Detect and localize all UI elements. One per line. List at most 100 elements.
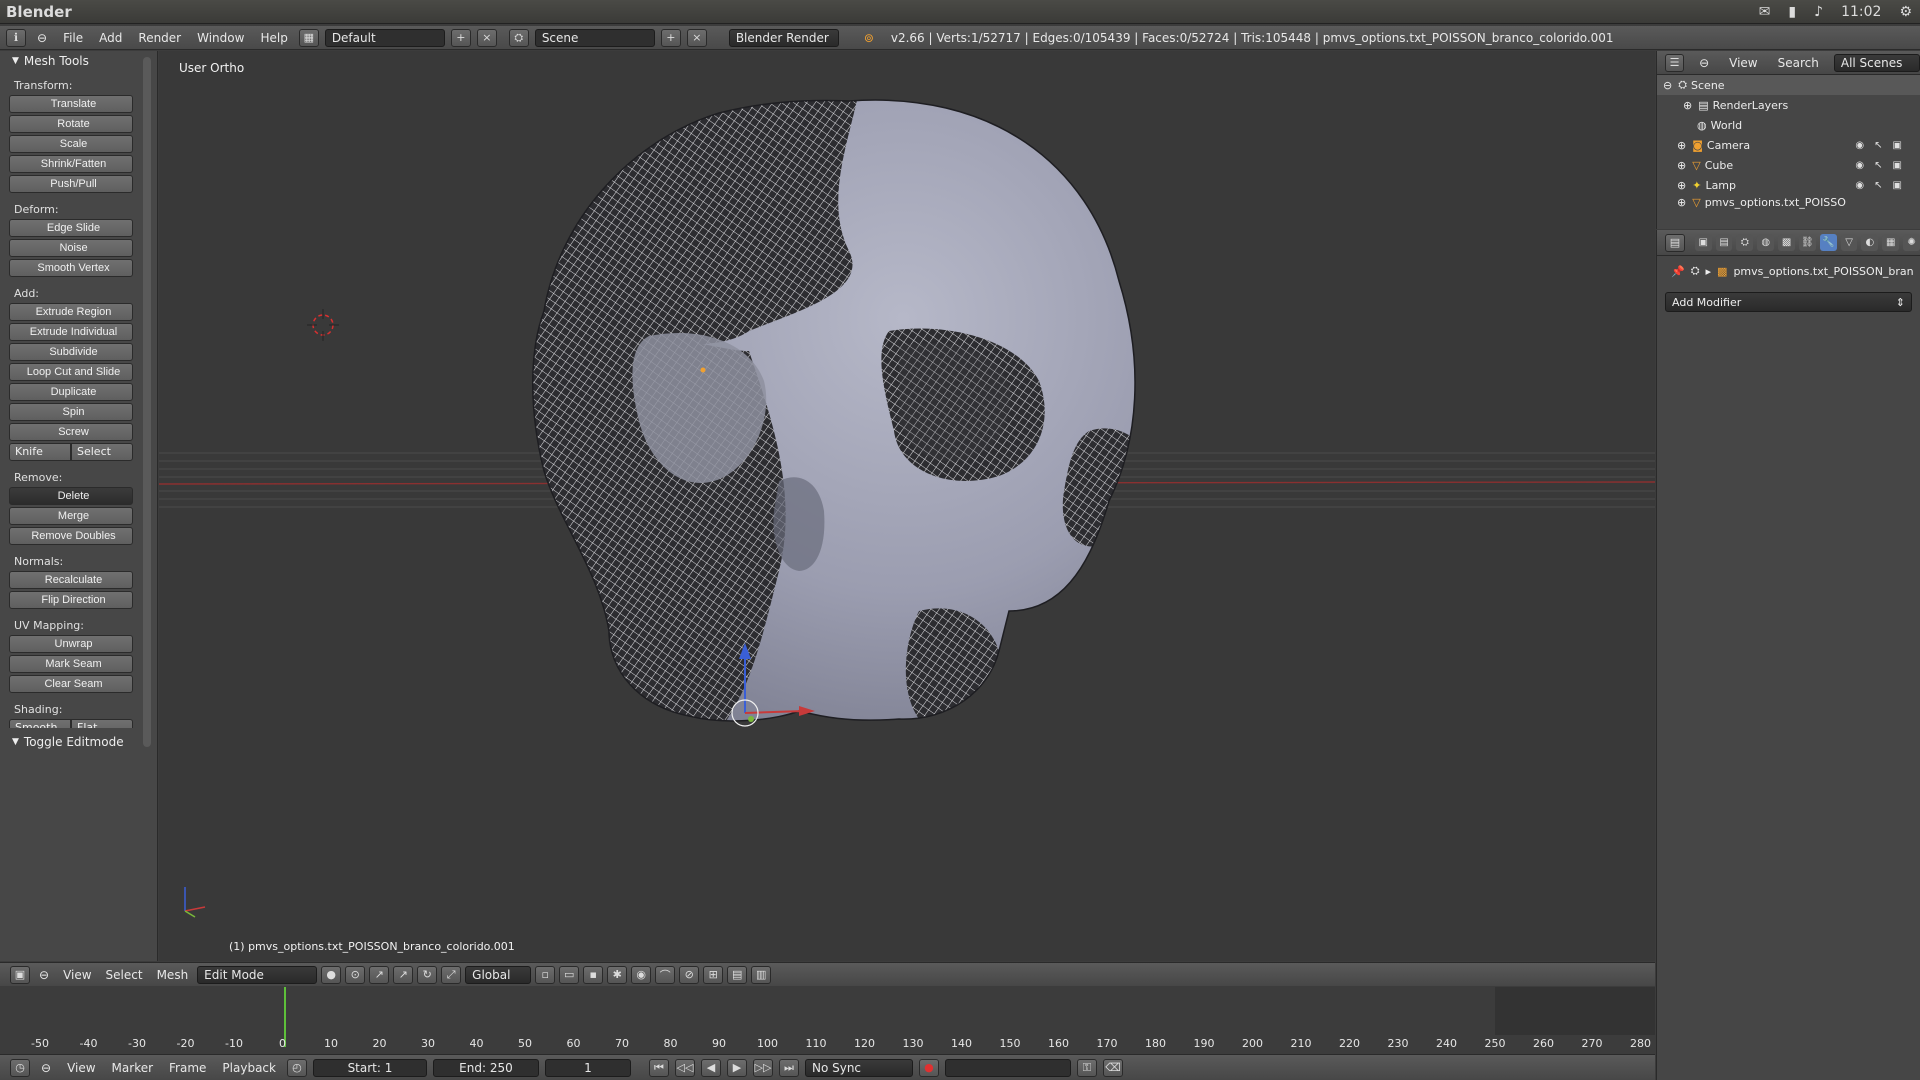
clear-seam-button[interactable]: Clear Seam xyxy=(9,675,133,693)
pin-icon[interactable]: 📌 xyxy=(1671,265,1685,278)
3d-cursor-icon[interactable] xyxy=(307,309,339,341)
insert-keyframe-icon[interactable]: ⚿ xyxy=(1076,1058,1097,1077)
translate-button[interactable]: Translate xyxy=(9,95,133,113)
orientation-dropdown[interactable]: Global xyxy=(465,965,532,984)
rotate-manipulator-icon[interactable]: ↻ xyxy=(417,965,438,984)
data-tab-icon[interactable]: ▽ xyxy=(1840,234,1858,251)
render-icon[interactable]: ▤ xyxy=(727,965,748,984)
add-layout-icon[interactable]: + xyxy=(450,28,471,47)
screen-layout-field[interactable]: Default xyxy=(324,28,445,47)
menu-help[interactable]: Help xyxy=(255,29,292,47)
render-tab-icon[interactable]: ▣ xyxy=(1694,234,1712,251)
expand-icon[interactable]: ⊕ xyxy=(1677,196,1686,209)
menu-view[interactable]: View xyxy=(58,966,96,984)
scene-icon[interactable]: ⛭ xyxy=(508,28,529,47)
pivot-point-icon[interactable]: ⊙ xyxy=(345,965,366,984)
delete-dropdown[interactable]: Delete xyxy=(9,487,133,505)
3d-viewport[interactable]: User Ortho (1) pmvs_options.txt_POISSON_… xyxy=(159,51,1655,961)
modifiers-tab-icon[interactable]: 🔧 xyxy=(1819,234,1837,251)
remove-scene-icon[interactable]: × xyxy=(686,28,707,47)
play-reverse-icon[interactable]: ◀ xyxy=(700,1058,721,1077)
timeline-collapse-icon[interactable]: ⊖ xyxy=(36,1059,56,1077)
push-pull-button[interactable]: Push/Pull xyxy=(9,175,133,193)
eye-icon[interactable]: ◉ xyxy=(1855,140,1864,151)
manipulator-icon[interactable]: ↗ xyxy=(369,965,390,984)
timeline-menu-frame[interactable]: Frame xyxy=(164,1059,211,1077)
knife-select-button[interactable]: Select xyxy=(71,443,133,461)
mode-dropdown[interactable]: Edit Mode xyxy=(197,965,318,984)
editor-type-icon[interactable]: ▣ xyxy=(10,965,30,984)
add-modifier-dropdown[interactable]: Add Modifier ⇕ xyxy=(1665,292,1912,312)
render-layers-tab-icon[interactable]: ▤ xyxy=(1715,234,1733,251)
menu-render[interactable]: Render xyxy=(133,29,186,47)
translate-manipulator-icon[interactable]: ↗ xyxy=(393,965,414,984)
add-scene-icon[interactable]: + xyxy=(660,28,681,47)
scale-button[interactable]: Scale xyxy=(9,135,133,153)
screw-button[interactable]: Screw xyxy=(9,423,133,441)
extrude-individual-button[interactable]: Extrude Individual xyxy=(9,323,133,341)
texture-tab-icon[interactable]: ▦ xyxy=(1882,234,1900,251)
snap-icon[interactable]: ⊘ xyxy=(679,965,700,984)
object-tab-icon[interactable]: ▩ xyxy=(1778,234,1795,251)
keying-set-field[interactable] xyxy=(944,1058,1071,1077)
knife-button[interactable]: Knife xyxy=(9,443,71,461)
timeline[interactable]: -50 -40 -30 -20 -10 0 10 20 30 40 50 60 70 80 90 100 110… xyxy=(0,987,1655,1053)
outliner-item-camera[interactable]: ⊕ ◙ Camera ◉ ↖ ▣ xyxy=(1657,135,1920,155)
constraints-tab-icon[interactable]: ⛓ xyxy=(1798,234,1816,251)
eye-icon[interactable]: ◉ xyxy=(1855,160,1864,171)
toggle-collapse-icon[interactable]: ▼ xyxy=(12,737,19,747)
material-tab-icon[interactable]: ◐ xyxy=(1861,234,1879,251)
render-toggle-icon[interactable]: ▣ xyxy=(1893,180,1902,191)
mesh-tools-panel-header[interactable]: ▼ Mesh Tools xyxy=(0,51,157,71)
loop-cut-button[interactable]: Loop Cut and Slide xyxy=(9,363,133,381)
remove-doubles-button[interactable]: Remove Doubles xyxy=(9,527,133,545)
jump-keyframe-back-icon[interactable]: ◁◁ xyxy=(674,1058,695,1077)
cursor-icon[interactable]: ↖ xyxy=(1874,160,1882,171)
jump-start-icon[interactable]: ⏮ xyxy=(648,1058,669,1077)
falloff-icon[interactable]: ⌒ xyxy=(655,965,676,984)
menu-mesh[interactable]: Mesh xyxy=(152,966,194,984)
edge-slide-button[interactable]: Edge Slide xyxy=(9,219,133,237)
smooth-button[interactable]: Smooth xyxy=(9,719,71,728)
expand-icon[interactable]: ⊕ xyxy=(1677,159,1686,172)
vertex-select-icon[interactable]: ▫ xyxy=(535,965,556,984)
menu-select[interactable]: Select xyxy=(101,966,148,984)
shrink-fatten-button[interactable]: Shrink/Fatten xyxy=(9,155,133,173)
eye-icon[interactable]: ◉ xyxy=(1855,180,1864,191)
mark-seam-button[interactable]: Mark Seam xyxy=(9,655,133,673)
skull-mesh[interactable] xyxy=(519,91,1159,741)
render-toggle-icon[interactable]: ▣ xyxy=(1893,160,1902,171)
panel-collapse-icon[interactable]: ▼ xyxy=(12,56,19,66)
outliner-menu-view[interactable]: View xyxy=(1724,54,1762,72)
timeline-menu-playback[interactable]: Playback xyxy=(217,1059,281,1077)
preview-range-icon[interactable]: ◴ xyxy=(286,1058,307,1077)
info-editor-type-icon[interactable]: ℹ xyxy=(6,28,26,47)
collapse-menu-icon[interactable]: ⊖ xyxy=(32,29,52,47)
gear-icon[interactable]: ⚙ xyxy=(1899,4,1912,20)
expand-icon[interactable]: ⊕ xyxy=(1683,99,1692,112)
recalculate-button[interactable]: Recalculate xyxy=(9,571,133,589)
delete-keyframe-icon[interactable]: ⌫ xyxy=(1102,1058,1123,1077)
subdivide-button[interactable]: Subdivide xyxy=(9,343,133,361)
merge-button[interactable]: Merge xyxy=(9,507,133,525)
scene-tab-icon[interactable]: ⛭ xyxy=(1736,234,1754,251)
cursor-icon[interactable]: ↖ xyxy=(1874,180,1882,191)
spin-button[interactable]: Spin xyxy=(9,403,133,421)
clock[interactable]: 11:02 xyxy=(1841,4,1881,20)
snap-target-icon[interactable]: ⊞ xyxy=(703,965,724,984)
cursor-icon[interactable]: ↖ xyxy=(1874,140,1882,151)
current-frame-field[interactable]: 1 xyxy=(544,1058,631,1077)
timeline-ruler[interactable]: -50 -40 -30 -20 -10 0 10 20 30 40 50 60 70 80 90 100 110… xyxy=(0,1035,1655,1051)
occlude-geometry-icon[interactable]: ✱ xyxy=(607,965,628,984)
outliner-collapse-icon[interactable]: ⊖ xyxy=(1694,54,1714,72)
viewport-shading-icon[interactable]: ● xyxy=(321,965,342,984)
menu-file[interactable]: File xyxy=(58,29,88,47)
mail-icon[interactable]: ✉ xyxy=(1759,4,1771,20)
particles-tab-icon[interactable]: ✺ xyxy=(1903,234,1920,251)
edge-select-icon[interactable]: ▭ xyxy=(559,965,580,984)
unwrap-button[interactable]: Unwrap xyxy=(9,635,133,653)
outliner-item-cube[interactable]: ⊕ ▽ Cube ◉ ↖ ▣ xyxy=(1657,155,1920,175)
expand-icon[interactable]: ⊖ xyxy=(1663,79,1672,92)
sync-dropdown[interactable]: No Sync xyxy=(804,1058,913,1077)
world-tab-icon[interactable]: ◍ xyxy=(1757,234,1775,251)
